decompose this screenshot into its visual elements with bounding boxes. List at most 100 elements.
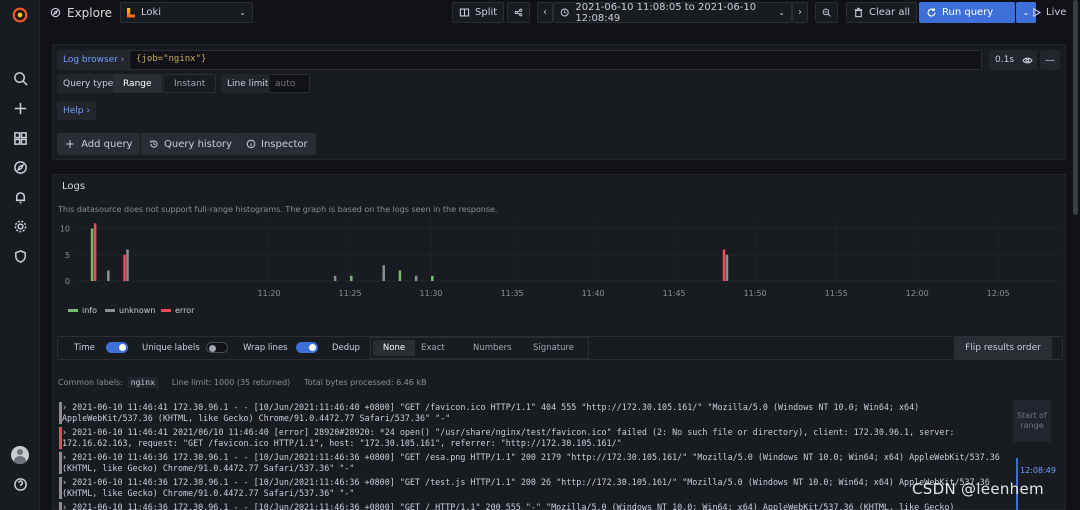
run-query-button[interactable]: Run query xyxy=(919,2,1015,23)
log-row[interactable]: › 2021-06-10 11:46:36 172.30.96.1 - - [1… xyxy=(62,452,1010,474)
query-type-range[interactable]: Range xyxy=(113,74,162,93)
shield-icon[interactable] xyxy=(10,246,30,266)
legend-info[interactable]: info xyxy=(68,306,97,315)
dashboards-icon[interactable] xyxy=(10,128,30,148)
run-query-label: Run query xyxy=(942,7,994,18)
toggle-visibility-button[interactable] xyxy=(1017,50,1037,70)
legend-unknown[interactable]: unknown xyxy=(105,306,155,315)
loki-logo-icon xyxy=(127,7,135,18)
chevron-down-icon: ⌄ xyxy=(778,8,785,17)
log-row[interactable]: › 2021-06-10 11:46:41 172.30.96.1 - - [1… xyxy=(62,402,1010,424)
avatar[interactable] xyxy=(10,445,30,465)
start-of-range-button[interactable]: Start of range xyxy=(1013,400,1051,442)
legend-error[interactable]: error xyxy=(161,306,194,315)
time-back-button[interactable]: ‹ xyxy=(537,2,553,23)
wrap-lines-toggle-label: Wrap lines xyxy=(243,343,288,353)
histogram-notice: This datasource does not support full-ra… xyxy=(58,205,498,214)
datasource-name: Loki xyxy=(141,7,162,18)
bell-icon[interactable] xyxy=(10,187,30,207)
legend-label-unknown: unknown xyxy=(119,306,156,315)
log-line-text: 2021-06-10 11:46:36 172.30.96.1 - - [10/… xyxy=(62,452,1005,473)
live-button[interactable]: Live xyxy=(1025,2,1066,23)
flip-results-order-button[interactable]: Flip results order xyxy=(954,337,1052,359)
legend-label-error: error xyxy=(175,306,195,315)
legend-swatch-unknown xyxy=(105,309,115,312)
expand-row-icon[interactable]: › xyxy=(62,452,72,462)
play-icon xyxy=(1033,7,1041,18)
expand-row-icon[interactable]: › xyxy=(62,402,72,412)
eye-icon xyxy=(1021,57,1033,63)
zoom-out-button[interactable] xyxy=(815,2,838,23)
unique-labels-toggle[interactable] xyxy=(206,342,228,353)
expand-row-icon[interactable]: › xyxy=(62,502,72,510)
query-type-label: Query type xyxy=(57,74,120,93)
query-input[interactable]: {job="nginx"} xyxy=(129,50,982,70)
expand-row-icon[interactable]: › xyxy=(62,477,72,487)
zoom-out-icon xyxy=(822,8,831,17)
page-title: Explore xyxy=(67,5,113,20)
datasource-picker[interactable]: Loki ⌄ xyxy=(120,2,253,23)
log-browser-button[interactable]: Log browser › xyxy=(57,50,131,70)
plus-icon: + xyxy=(65,137,76,151)
chevron-right-icon: › xyxy=(798,7,802,18)
plus-icon[interactable] xyxy=(10,98,30,118)
add-query-label: Add query xyxy=(81,138,133,150)
dedup-none[interactable]: None xyxy=(373,340,415,356)
query-time: 0.1s xyxy=(989,50,1021,70)
legend-label-info: info xyxy=(82,306,98,315)
add-query-button[interactable]: + Add query xyxy=(57,133,141,155)
chevron-left-icon: ‹ xyxy=(543,7,547,18)
query-type-instant[interactable]: Instant xyxy=(163,74,217,93)
clear-all-label: Clear all xyxy=(869,7,911,18)
log-line-text: 2021-06-10 11:46:41 2021/06/10 11:46:40 … xyxy=(62,427,960,448)
query-history-label: Query history xyxy=(164,138,232,150)
dedup-exact[interactable]: Exact xyxy=(421,343,445,353)
info-icon xyxy=(246,139,256,149)
log-line-text: 2021-06-10 11:46:36 172.30.96.1 - - [10/… xyxy=(62,477,995,498)
time-toggle-label: Time xyxy=(74,343,95,353)
query-history-button[interactable]: Query history xyxy=(141,133,240,155)
time-range-picker[interactable]: 2021-06-10 11:08:05 to 2021-06-10 12:08:… xyxy=(553,2,792,24)
unique-labels-toggle-label: Unique labels xyxy=(142,343,200,353)
page-scrollbar[interactable] xyxy=(1073,0,1078,215)
gear-icon[interactable] xyxy=(10,216,30,236)
top-bar: Explore Loki ⌄ Split ‹ 2021-06-10 11:08:… xyxy=(40,0,1080,26)
explore-icon xyxy=(50,2,61,23)
inspector-button[interactable]: Inspector xyxy=(238,133,316,155)
line-limit-label: Line limit xyxy=(221,74,275,93)
dedup-radio-group: None Exact Numbers Signature xyxy=(370,337,589,359)
time-forward-button[interactable]: › xyxy=(792,2,808,23)
clear-all-button[interactable]: Clear all xyxy=(846,2,918,23)
line-limit-input[interactable] xyxy=(268,74,310,93)
clock-icon xyxy=(560,8,569,17)
dedup-signature[interactable]: Signature xyxy=(533,343,574,353)
grafana-logo-icon[interactable] xyxy=(10,5,30,25)
minus-icon: — xyxy=(1045,54,1055,66)
search-icon[interactable] xyxy=(10,68,30,88)
logs-meta: Common labels: nginx Line limit: 1000 (3… xyxy=(58,377,427,388)
compass-icon[interactable] xyxy=(10,157,30,177)
log-row[interactable]: › 2021-06-10 11:46:36 172.30.96.1 - - [1… xyxy=(62,477,1010,499)
common-labels-value: nginx xyxy=(127,377,158,388)
refresh-icon xyxy=(927,8,936,17)
split-button[interactable]: Split xyxy=(452,2,505,23)
common-labels-label: Common labels: xyxy=(58,378,123,387)
wrap-lines-toggle[interactable] xyxy=(296,342,318,353)
remove-query-button[interactable]: — xyxy=(1040,50,1060,70)
inspector-label: Inspector xyxy=(261,138,308,150)
time-toggle[interactable] xyxy=(106,342,128,353)
expand-row-icon[interactable]: › xyxy=(62,427,72,437)
log-row[interactable]: › 2021-06-10 11:46:41 2021/06/10 11:46:4… xyxy=(62,427,1010,449)
dedup-numbers[interactable]: Numbers xyxy=(473,343,512,353)
share-button[interactable] xyxy=(507,2,530,23)
columns-icon xyxy=(459,8,470,17)
log-line-text: 2021-06-10 11:46:41 172.30.96.1 - - [10/… xyxy=(62,402,925,423)
line-limit-info: Line limit: 1000 (35 returned) xyxy=(171,378,291,387)
share-icon xyxy=(514,8,523,17)
help-button[interactable]: Help › xyxy=(57,101,96,120)
help-icon[interactable] xyxy=(10,474,30,494)
trash-icon xyxy=(854,7,863,18)
split-label: Split xyxy=(475,7,498,18)
chevron-down-icon: ⌄ xyxy=(239,8,246,17)
log-row[interactable]: › 2021-06-10 11:46:36 172.30.96.1 - - [1… xyxy=(62,502,1010,510)
